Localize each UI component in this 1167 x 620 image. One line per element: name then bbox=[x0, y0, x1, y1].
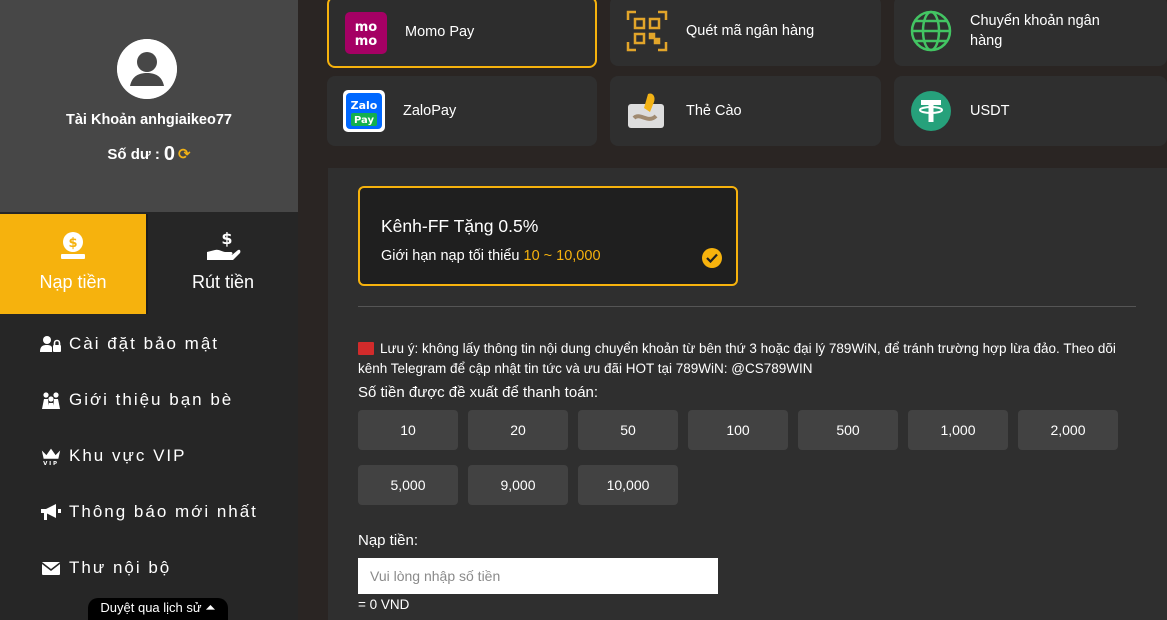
amount-button[interactable]: 20 bbox=[468, 410, 568, 450]
method-label: ZaloPay bbox=[403, 103, 457, 119]
deposit-panel: Kênh-FF Tặng 0.5% Giới hạn nạp tối thiểu… bbox=[328, 168, 1167, 620]
profile-card: Tài Khoản anhgiaikeo77 Số dư :0 ⟳ bbox=[0, 0, 298, 212]
tether-icon bbox=[910, 90, 952, 132]
svg-text:Zalo: Zalo bbox=[351, 99, 378, 112]
balance-label: Số dư : bbox=[107, 146, 160, 163]
method-momo[interactable]: mo mo Momo Pay bbox=[327, 0, 597, 68]
svg-text:Pay: Pay bbox=[354, 115, 375, 126]
channel-limit-label: Giới hạn nạp tối thiểu bbox=[381, 248, 520, 264]
sidebar-item-referral[interactable]: Giới thiệu bạn bè bbox=[0, 372, 298, 428]
sidebar-item-label: Giới thiệu bạn bè bbox=[69, 390, 234, 409]
method-scratch-card[interactable]: Thẻ Cào bbox=[610, 76, 881, 146]
history-link[interactable]: Duyệt qua lịch sử ⏶ bbox=[88, 598, 228, 620]
hand-money-icon: $ bbox=[205, 229, 241, 267]
refresh-icon[interactable]: ⟳ bbox=[178, 146, 191, 163]
channel-limit: Giới hạn nạp tối thiểu 10 ~ 10,000 bbox=[381, 248, 601, 264]
coin-box-icon: $ bbox=[58, 230, 88, 265]
momo-icon: mo mo bbox=[345, 12, 387, 54]
tab-deposit-label: Nạp tiền bbox=[39, 272, 107, 292]
suggested-amount-label: Số tiền được đề xuất để thanh toán: bbox=[358, 384, 599, 401]
sidebar-item-label: Khu vực VIP bbox=[69, 446, 187, 465]
sidebar: Tài Khoản anhgiaikeo77 Số dư :0 ⟳ $ Nạp t… bbox=[0, 0, 298, 620]
method-label: USDT bbox=[970, 103, 1010, 119]
amount-button[interactable]: 9,000 bbox=[468, 465, 568, 505]
svg-text:$: $ bbox=[221, 230, 232, 248]
method-bank-transfer[interactable]: Chuyển khoản ngân hàng bbox=[894, 0, 1167, 66]
notice-text: Lưu ý: không lấy thông tin nội dung chuy… bbox=[358, 339, 1138, 379]
deposit-amount-input[interactable] bbox=[358, 558, 718, 594]
megaphone-icon bbox=[40, 502, 62, 522]
method-label: Thẻ Cào bbox=[686, 103, 742, 119]
method-label: Chuyển khoản ngân hàng bbox=[970, 13, 1100, 49]
sidebar-item-inbox[interactable]: Thư nội bộ bbox=[0, 540, 298, 596]
people-icon bbox=[40, 390, 62, 410]
channel-limit-range: 10 ~ 10,000 bbox=[523, 248, 601, 264]
qr-code-icon bbox=[626, 10, 668, 52]
sidebar-item-label: Thư nội bộ bbox=[69, 558, 172, 577]
sidebar-menu: Cài đặt bảo mật Giới thiệu bạn bè VIP Kh… bbox=[0, 316, 298, 596]
channel-card[interactable]: Kênh-FF Tặng 0.5% Giới hạn nạp tối thiểu… bbox=[358, 186, 738, 286]
channel-title: Kênh-FF Tặng 0.5% bbox=[381, 216, 539, 236]
method-usdt[interactable]: USDT bbox=[894, 76, 1167, 146]
tab-withdraw[interactable]: $ Rút tiền bbox=[148, 214, 298, 314]
check-icon bbox=[702, 248, 722, 268]
scratch-card-icon bbox=[626, 90, 668, 132]
amount-button[interactable]: 1,000 bbox=[908, 410, 1008, 450]
svg-text:mo: mo bbox=[355, 34, 378, 49]
vip-crown-icon: VIP bbox=[40, 446, 62, 466]
svg-text:$: $ bbox=[68, 236, 77, 251]
warning-icon bbox=[358, 342, 374, 355]
divider bbox=[358, 306, 1136, 307]
method-bank-qr[interactable]: Quét mã ngân hàng bbox=[610, 0, 881, 66]
svg-text:mo: mo bbox=[355, 20, 378, 35]
converted-amount: = 0 VND bbox=[358, 597, 410, 612]
sidebar-item-vip[interactable]: VIP Khu vực VIP bbox=[0, 428, 298, 484]
amount-button[interactable]: 50 bbox=[578, 410, 678, 450]
method-label: Quét mã ngân hàng bbox=[686, 23, 815, 39]
balance-value: 0 bbox=[163, 143, 176, 165]
envelope-icon bbox=[40, 558, 62, 578]
user-avatar-icon bbox=[117, 39, 177, 99]
amount-button[interactable]: 5,000 bbox=[358, 465, 458, 505]
amount-button[interactable]: 10,000 bbox=[578, 465, 678, 505]
main-content: mo mo Momo Pay Quét mã ngân hàng Chuyển k… bbox=[298, 0, 1167, 620]
deposit-amount-label: Nạp tiền: bbox=[358, 532, 419, 549]
amount-button[interactable]: 500 bbox=[798, 410, 898, 450]
avatar[interactable] bbox=[117, 39, 177, 99]
sidebar-item-security[interactable]: Cài đặt bảo mật bbox=[0, 316, 298, 372]
amount-button[interactable]: 10 bbox=[358, 410, 458, 450]
method-zalopay[interactable]: Zalo Pay ZaloPay bbox=[327, 76, 597, 146]
method-label: Momo Pay bbox=[405, 24, 475, 40]
amount-button[interactable]: 2,000 bbox=[1018, 410, 1118, 450]
balance: Số dư :0 ⟳ bbox=[0, 143, 298, 166]
globe-icon bbox=[910, 10, 952, 52]
username: Tài Khoản anhgiaikeo77 bbox=[66, 112, 232, 128]
tab-withdraw-label: Rút tiền bbox=[191, 272, 255, 292]
user-lock-icon bbox=[40, 334, 62, 354]
notice-body: Lưu ý: không lấy thông tin nội dung chuy… bbox=[358, 341, 1116, 376]
amount-button[interactable]: 100 bbox=[688, 410, 788, 450]
sidebar-item-label: Thông báo mới nhất bbox=[69, 502, 258, 521]
sidebar-item-news[interactable]: Thông báo mới nhất bbox=[0, 484, 298, 540]
tab-deposit[interactable]: $ Nạp tiền bbox=[0, 214, 146, 314]
svg-text:VIP: VIP bbox=[43, 461, 59, 466]
sidebar-item-label: Cài đặt bảo mật bbox=[69, 334, 220, 353]
zalopay-icon: Zalo Pay bbox=[343, 90, 385, 132]
